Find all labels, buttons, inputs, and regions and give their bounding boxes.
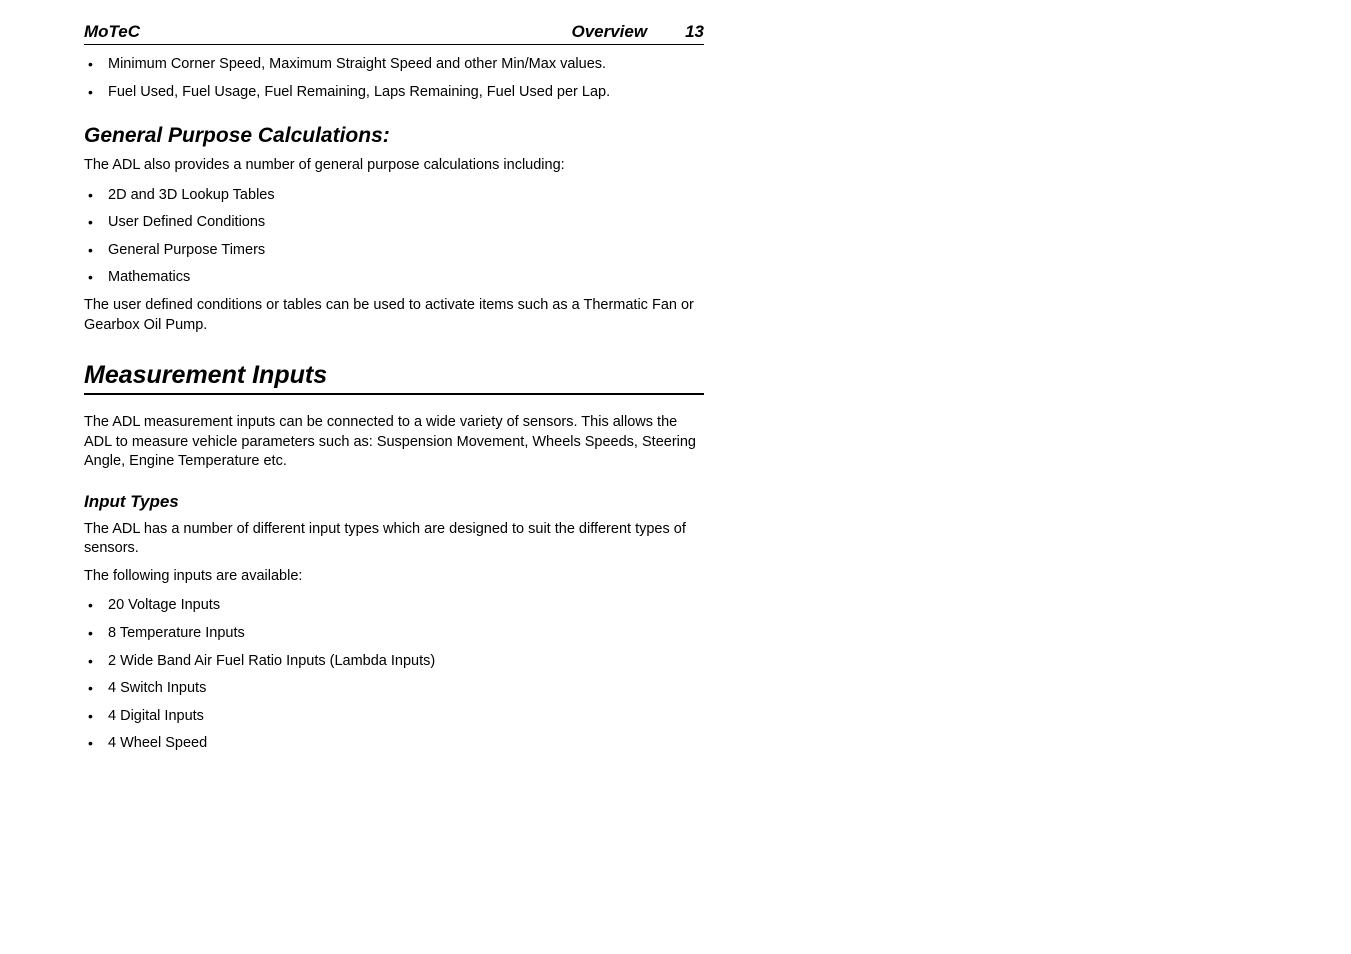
document-page: MoTeC Overview 13 Minimum Corner Speed, …	[0, 0, 764, 782]
measurement-inputs-heading: Measurement Inputs	[84, 361, 704, 395]
list-item: 4 Wheel Speed	[84, 734, 704, 754]
list-item: 8 Temperature Inputs	[84, 624, 704, 644]
input-types-heading: Input Types	[84, 492, 704, 512]
list-item: 2 Wide Band Air Fuel Ratio Inputs (Lambd…	[84, 652, 704, 672]
list-item: Minimum Corner Speed, Maximum Straight S…	[84, 55, 704, 75]
gpc-outro: The user defined conditions or tables ca…	[84, 296, 704, 335]
list-item: 4 Switch Inputs	[84, 679, 704, 699]
top-bullet-list: Minimum Corner Speed, Maximum Straight S…	[84, 55, 704, 102]
section-name: Overview	[571, 22, 647, 42]
input-types-intro: The ADL has a number of different input …	[84, 520, 704, 559]
inputs-available-intro: The following inputs are available:	[84, 567, 704, 587]
gpc-list: 2D and 3D Lookup Tables User Defined Con…	[84, 186, 704, 288]
gpc-intro: The ADL also provides a number of genera…	[84, 156, 704, 176]
list-item: 4 Digital Inputs	[84, 707, 704, 727]
list-item: 20 Voltage Inputs	[84, 596, 704, 616]
gpc-heading: General Purpose Calculations:	[84, 124, 704, 148]
mi-intro: The ADL measurement inputs can be connec…	[84, 413, 704, 472]
list-item: User Defined Conditions	[84, 213, 704, 233]
inputs-list: 20 Voltage Inputs 8 Temperature Inputs 2…	[84, 596, 704, 753]
page-header: MoTeC Overview 13	[84, 22, 704, 45]
list-item: Mathematics	[84, 268, 704, 288]
list-item: General Purpose Timers	[84, 241, 704, 261]
list-item: 2D and 3D Lookup Tables	[84, 186, 704, 206]
brand-name: MoTeC	[84, 22, 571, 42]
page-number: 13	[685, 22, 704, 42]
list-item: Fuel Used, Fuel Usage, Fuel Remaining, L…	[84, 83, 704, 103]
